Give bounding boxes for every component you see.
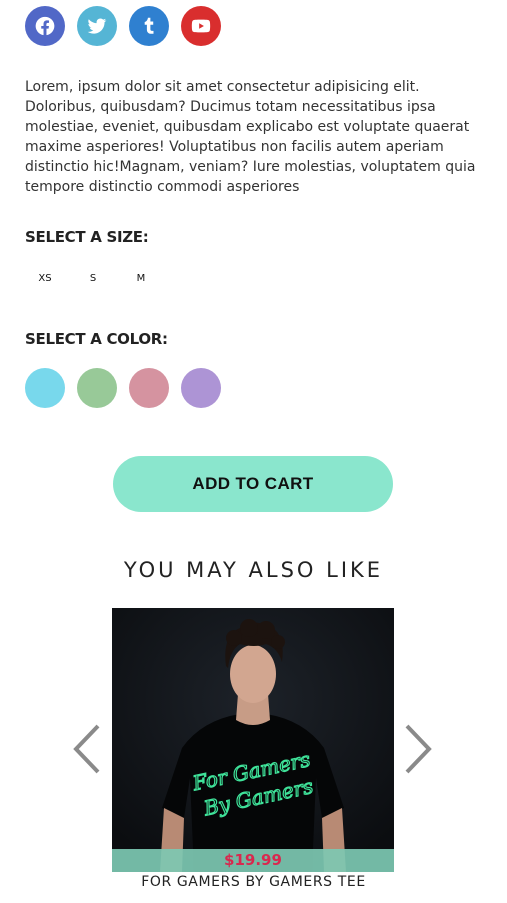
youtube-icon — [191, 19, 211, 33]
twitter-button[interactable] — [77, 6, 117, 46]
product-price: $19.99 — [112, 849, 394, 872]
product-name: FOR GAMERS BY GAMERS TEE — [141, 874, 366, 890]
product-card[interactable]: For Gamers By Gamers $19.99 — [112, 608, 394, 872]
chevron-right-icon — [405, 724, 432, 774]
tumblr-icon — [144, 17, 154, 34]
tumblr-button[interactable] — [129, 6, 169, 46]
size-section-label: SELECT A SIZE: — [25, 228, 149, 246]
product-photo: For Gamers By Gamers — [112, 608, 394, 872]
product-description: Lorem, ipsum dolor sit amet consectetur … — [25, 79, 476, 195]
size-option-s[interactable]: S — [73, 270, 121, 288]
color-swatch-green[interactable] — [77, 368, 117, 408]
youtube-button[interactable] — [181, 6, 221, 46]
add-to-cart-button[interactable]: ADD TO CART — [113, 456, 393, 512]
facebook-button[interactable] — [25, 6, 65, 46]
chevron-left-icon — [73, 724, 100, 774]
twitter-icon — [87, 18, 107, 34]
social-links — [25, 6, 221, 46]
size-option-m[interactable]: M — [121, 270, 169, 288]
color-swatch-blue[interactable] — [25, 368, 65, 408]
carousel-prev-button[interactable] — [72, 724, 102, 774]
size-options: XS S M — [25, 270, 169, 288]
color-swatch-pink[interactable] — [129, 368, 169, 408]
color-swatch-purple[interactable] — [181, 368, 221, 408]
recommendations-heading: YOU MAY ALSO LIKE — [123, 558, 384, 582]
carousel-next-button[interactable] — [403, 724, 433, 774]
size-option-xs[interactable]: XS — [25, 270, 73, 288]
color-section-label: SELECT A COLOR: — [25, 330, 168, 348]
color-options — [25, 368, 221, 408]
facebook-icon — [35, 16, 55, 36]
